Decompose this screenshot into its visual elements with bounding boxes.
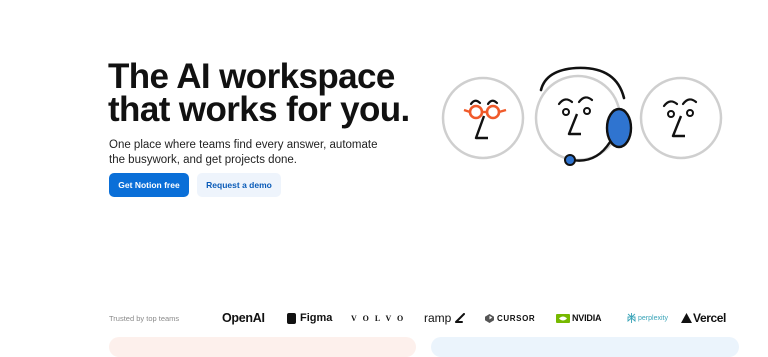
logo-figma-label: Figma: [300, 312, 333, 324]
logo-nvidia-label: NVIDIA: [572, 313, 602, 323]
logo-perplexity: perplexity: [627, 306, 668, 330]
vercel-triangle-icon: [681, 313, 692, 323]
logo-cursor: CURSOR: [485, 306, 535, 330]
logo-vercel: Vercel: [681, 306, 726, 330]
logo-cursor-label: CURSOR: [497, 313, 536, 323]
perplexity-logo-icon: [627, 313, 636, 323]
face-icon: [639, 76, 723, 160]
hero-subtitle: One place where teams find every answer,…: [109, 139, 378, 166]
logo-strip: OpenAI Figma VOLVO ramp CURSOR NVIDIA pe…: [0, 306, 768, 330]
hero-title: The AI workspace that works for you.: [108, 57, 410, 129]
logo-figma: Figma: [287, 306, 332, 330]
hero-illustration: [441, 66, 723, 166]
logo-nvidia: NVIDIA: [556, 306, 602, 330]
face-with-headset-icon: [534, 66, 633, 166]
ramp-logo-icon: [455, 313, 466, 323]
feature-card-left: [109, 337, 416, 357]
nvidia-logo-icon: [556, 313, 570, 323]
logo-openai: OpenAI: [222, 311, 265, 325]
get-notion-free-button[interactable]: Get Notion free: [109, 173, 189, 197]
figma-logo-icon: [287, 312, 296, 324]
logo-ramp-label: ramp: [424, 311, 452, 325]
logo-perplexity-label: perplexity: [638, 314, 668, 322]
logo-ramp: ramp: [424, 306, 466, 330]
feature-card-right: [431, 337, 739, 357]
request-demo-button[interactable]: Request a demo: [197, 173, 281, 197]
face-with-glasses-icon: [441, 76, 525, 160]
logo-vercel-label: Vercel: [693, 311, 726, 325]
cursor-logo-icon: [485, 313, 494, 323]
logo-volvo: VOLVO: [351, 313, 410, 323]
